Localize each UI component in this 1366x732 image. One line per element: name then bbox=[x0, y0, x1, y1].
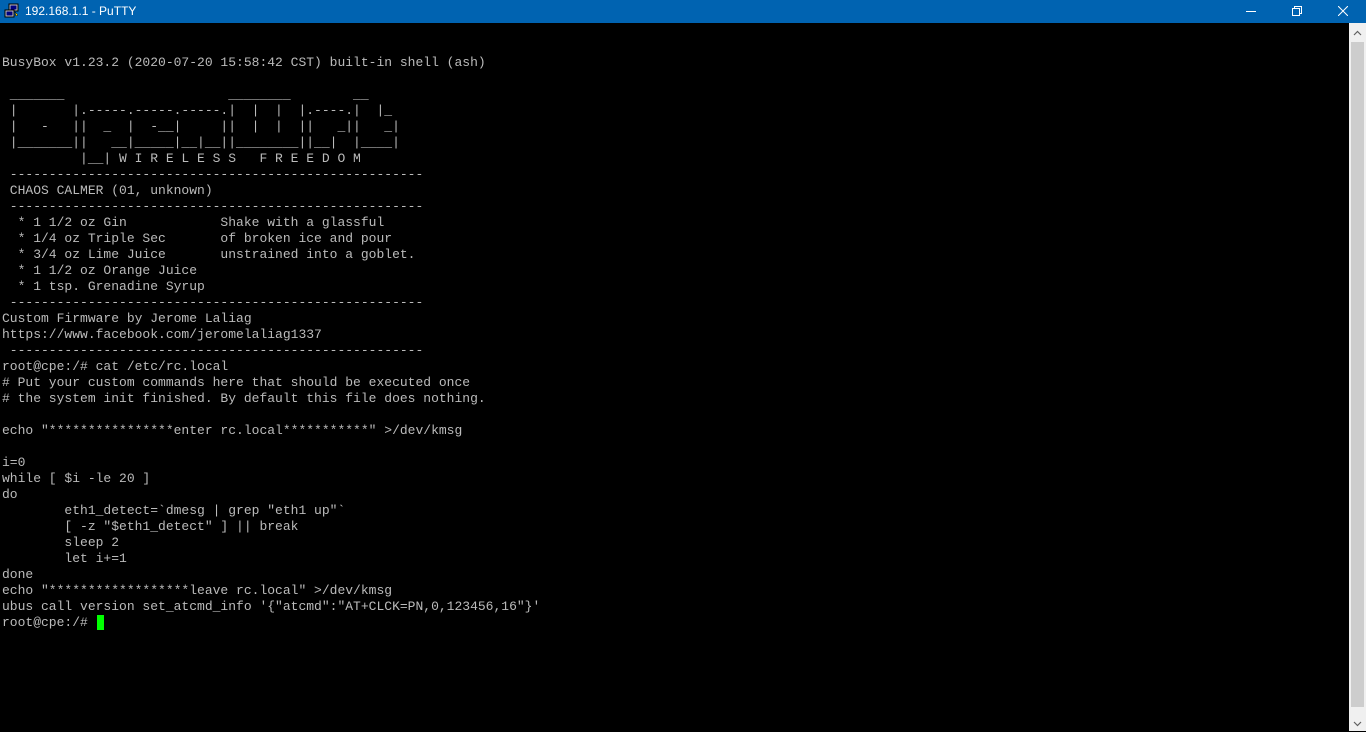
terminal-line: # the system init finished. By default t… bbox=[2, 391, 486, 406]
terminal-line: i=0 bbox=[2, 455, 26, 470]
close-button[interactable] bbox=[1320, 0, 1366, 23]
terminal-line: * 1 1/2 oz Gin Shake with a glassful bbox=[2, 215, 385, 230]
terminal-line: ubus call version set_atcmd_info '{"atcm… bbox=[2, 599, 541, 614]
scrollbar-thumb[interactable] bbox=[1351, 42, 1364, 707]
terminal-line: done bbox=[2, 567, 34, 582]
terminal-line: * 1/4 oz Triple Sec of broken ice and po… bbox=[2, 231, 393, 246]
terminal-line: * 3/4 oz Lime Juice unstrained into a go… bbox=[2, 247, 416, 262]
terminal-line: while [ $i -le 20 ] bbox=[2, 471, 151, 486]
title-bar[interactable]: 192.168.1.1 - PuTTY bbox=[0, 0, 1366, 23]
text-cursor bbox=[96, 615, 104, 630]
terminal-line: sleep 2 bbox=[2, 535, 120, 550]
terminal-line: https://www.facebook.com/jeromelaliag133… bbox=[2, 327, 322, 342]
terminal-line: | |.-----.-----.-----.| | | |.----.| |_ bbox=[2, 103, 393, 118]
maximize-icon bbox=[1292, 5, 1302, 19]
terminal-line: ----------------------------------------… bbox=[2, 343, 424, 358]
terminal-line: ----------------------------------------… bbox=[2, 199, 424, 214]
terminal-line: let i+=1 bbox=[2, 551, 127, 566]
vertical-scrollbar[interactable] bbox=[1349, 23, 1366, 731]
terminal-line: * 1 tsp. Grenadine Syrup bbox=[2, 279, 205, 294]
terminal-line: do bbox=[2, 487, 18, 502]
terminal-line: |_______|| __|_____|__|__||________||__|… bbox=[2, 135, 400, 150]
terminal-line: ----------------------------------------… bbox=[2, 295, 424, 310]
terminal-line: Custom Firmware by Jerome Laliag bbox=[2, 311, 252, 326]
terminal-line: * 1 1/2 oz Orange Juice bbox=[2, 263, 198, 278]
terminal-line: eth1_detect=`dmesg | grep "eth1 up"` bbox=[2, 503, 346, 518]
scroll-down-button[interactable] bbox=[1349, 714, 1366, 731]
arrow-down-icon bbox=[1353, 714, 1362, 732]
terminal-output: BusyBox v1.23.2 (2020-07-20 15:58:42 CST… bbox=[2, 55, 540, 631]
close-icon bbox=[1337, 5, 1349, 19]
terminal-line: root@cpe:/# cat /etc/rc.local bbox=[2, 359, 229, 374]
terminal-line: BusyBox v1.23.2 (2020-07-20 15:58:42 CST… bbox=[2, 55, 486, 70]
terminal-line: CHAOS CALMER (01, unknown) bbox=[2, 183, 213, 198]
window-title: 192.168.1.1 - PuTTY bbox=[25, 4, 137, 18]
scroll-up-button[interactable] bbox=[1349, 23, 1366, 40]
minimize-icon bbox=[1246, 5, 1256, 19]
minimize-button[interactable] bbox=[1228, 0, 1274, 23]
prompt-line[interactable]: root@cpe:/# bbox=[2, 615, 540, 631]
terminal-line: | - || _ | -__| || | | || _|| _| bbox=[2, 119, 400, 134]
terminal-line: # Put your custom commands here that sho… bbox=[2, 375, 471, 390]
arrow-up-icon bbox=[1353, 23, 1362, 41]
terminal-line: |__| W I R E L E S S F R E E D O M bbox=[2, 151, 361, 166]
putty-computers-icon[interactable] bbox=[4, 3, 20, 19]
terminal-line: _______ ________ __ bbox=[2, 87, 369, 102]
putty-window: 192.168.1.1 - PuTTY BusyBox v1.23.2 (202… bbox=[0, 0, 1366, 731]
maximize-button[interactable] bbox=[1274, 0, 1320, 23]
terminal-area[interactable]: BusyBox v1.23.2 (2020-07-20 15:58:42 CST… bbox=[0, 23, 1349, 731]
terminal-line: echo "******************leave rc.local" … bbox=[2, 583, 393, 598]
terminal-line: [ -z "$eth1_detect" ] || break bbox=[2, 519, 299, 534]
terminal-line: ----------------------------------------… bbox=[2, 167, 424, 182]
shell-prompt: root@cpe:/# bbox=[2, 615, 96, 630]
terminal-line: echo "****************enter rc.local****… bbox=[2, 423, 463, 438]
